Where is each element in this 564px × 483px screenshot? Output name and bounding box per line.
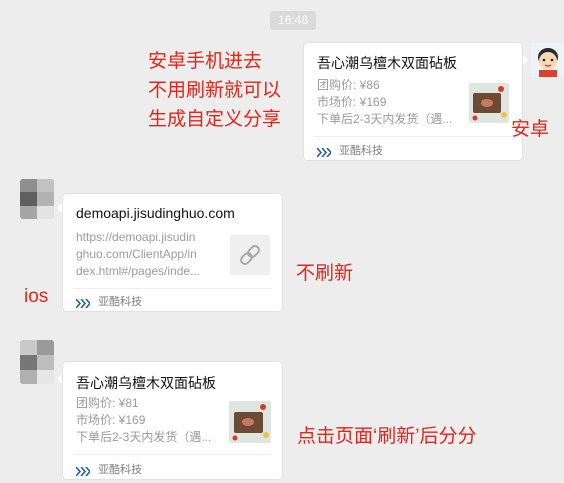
shipping-note: 下单后2-3天内发货（遇... xyxy=(76,430,212,444)
card-title: 吾心潮乌檀木双面砧板 xyxy=(76,375,216,391)
card-source: 亚酷科技 xyxy=(98,464,142,476)
link-url-line2: ghuo.com/ClientApp/in xyxy=(76,247,197,261)
market-price: 市场价: ¥169 xyxy=(76,413,146,427)
card-source: 亚酷科技 xyxy=(339,145,383,157)
link-url-line1: https://demoapi.jisudin xyxy=(76,230,196,244)
my-avatar[interactable] xyxy=(531,43,564,77)
brand-logo-icon xyxy=(316,144,333,158)
shipping-note: 下单后2-3天内发货（遇... xyxy=(317,112,453,126)
link-card-ios[interactable]: demoapi.jisudinghuo.com https://demoapi.… xyxy=(63,194,282,311)
annotation-ios-label: ios xyxy=(24,286,49,307)
share-card-refreshed[interactable]: 吾心潮乌檀木双面砧板 团购价: ¥81 市场价: ¥169 下单后2-3天内发货… xyxy=(63,362,282,479)
product-thumbnail xyxy=(229,401,271,443)
brand-logo-icon xyxy=(75,463,92,477)
group-price: 团购价: ¥86 xyxy=(317,78,380,92)
link-url-line3: dex.html#/pages/inde... xyxy=(76,264,201,278)
annotation-android-note-line1: 安卓手机进去 xyxy=(148,51,263,72)
contact-avatar[interactable] xyxy=(20,179,54,219)
product-thumbnail xyxy=(469,83,509,123)
annotation-android-note-line2: 不用刷新就可以 xyxy=(148,80,282,101)
link-icon xyxy=(230,235,270,275)
bubble-tail xyxy=(522,54,528,66)
share-card-android[interactable]: 吾心潮乌檀木双面砧板 团购价: ¥86 市场价: ¥169 下单后2-3天内发货… xyxy=(304,43,522,160)
card-title: demoapi.jisudinghuo.com xyxy=(76,205,235,221)
card-title: 吾心潮乌檀木双面砧板 xyxy=(317,55,457,71)
contact-avatar[interactable] xyxy=(20,340,54,384)
annotation-refresh-note: 点击页面‘刷新’后分分 xyxy=(297,426,477,447)
card-source: 亚酷科技 xyxy=(98,296,142,308)
message-timestamp: 16:48 xyxy=(270,11,316,30)
annotation-android-label: 安卓 xyxy=(511,119,550,140)
annotation-no-refresh: 不刷新 xyxy=(296,263,354,284)
market-price: 市场价: ¥169 xyxy=(317,95,387,109)
annotation-android-note-line3: 生成自定义分享 xyxy=(148,109,282,130)
brand-logo-icon xyxy=(75,295,92,309)
group-price: 团购价: ¥81 xyxy=(76,396,139,410)
